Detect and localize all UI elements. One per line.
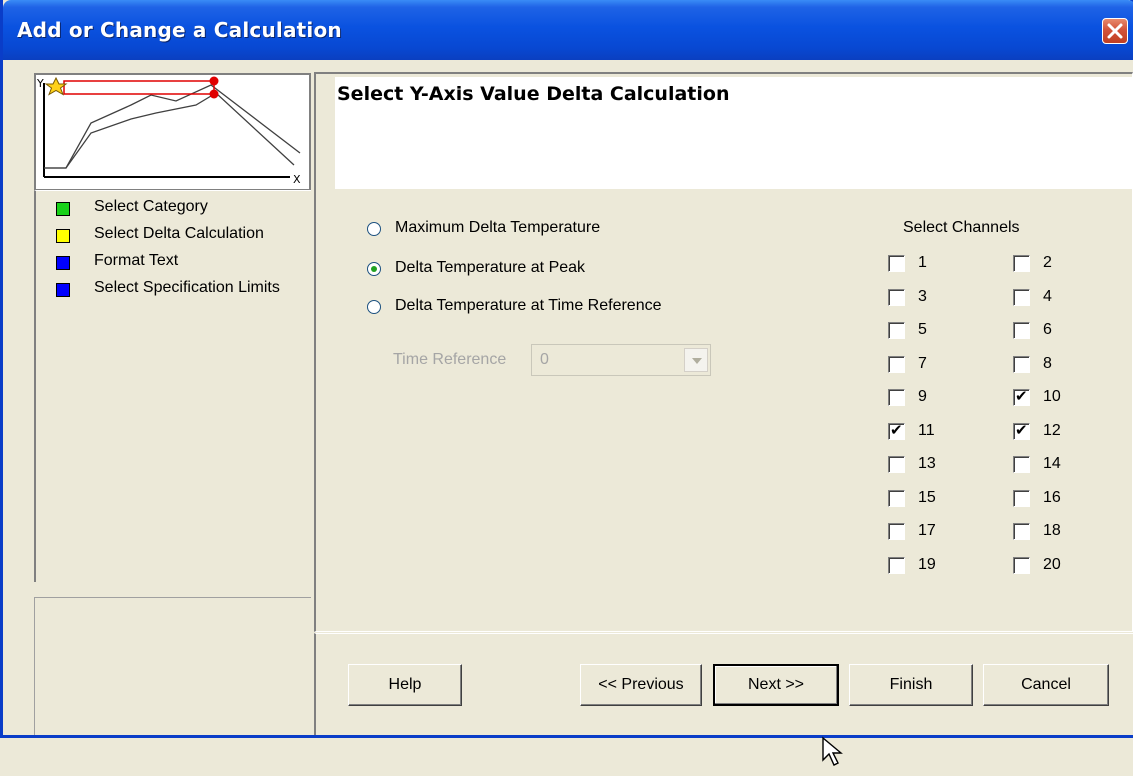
checkbox[interactable] bbox=[1013, 255, 1030, 272]
step-header: Select Y-Axis Value Delta Calculation bbox=[335, 77, 1133, 189]
mouse-cursor-icon bbox=[822, 736, 843, 766]
preview-graph: Y X bbox=[36, 76, 301, 186]
channel-label[interactable]: 3 bbox=[918, 288, 927, 306]
radio-button[interactable] bbox=[367, 300, 381, 314]
channel-label[interactable]: 7 bbox=[918, 355, 927, 373]
channel-label[interactable]: 17 bbox=[918, 522, 936, 540]
channel-label[interactable]: 1 bbox=[918, 254, 927, 272]
checkbox[interactable] bbox=[1013, 288, 1030, 306]
time-reference-dropdown[interactable]: 0 bbox=[531, 344, 711, 376]
main-panel: Select Y-Axis Value Delta Calculation Ma… bbox=[314, 72, 1133, 632]
checkbox[interactable] bbox=[1013, 387, 1030, 406]
select-channels-label: Select Channels bbox=[903, 219, 1020, 236]
button-bar: Help << Previous Next >> Finish Cancel bbox=[314, 633, 1133, 735]
channel-label[interactable]: 8 bbox=[1043, 355, 1052, 373]
channel-label[interactable]: 19 bbox=[918, 556, 936, 574]
time-reference-value: 0 bbox=[540, 351, 549, 368]
checkbox[interactable] bbox=[1013, 523, 1030, 540]
channel-label[interactable]: 20 bbox=[1043, 556, 1061, 574]
checkbox[interactable] bbox=[1013, 421, 1030, 440]
next-button[interactable]: Next >> bbox=[713, 664, 839, 706]
step-label: Select Category bbox=[94, 198, 208, 215]
preview-x-label: X bbox=[293, 173, 301, 186]
checkbox[interactable] bbox=[1013, 456, 1030, 473]
title-bar[interactable]: Add or Change a Calculation bbox=[3, 0, 1133, 60]
channel-label[interactable]: 16 bbox=[1043, 489, 1061, 507]
close-icon bbox=[1107, 23, 1123, 39]
left-bottom-panel bbox=[34, 597, 311, 735]
channel-label[interactable]: 11 bbox=[918, 422, 935, 440]
checkbox[interactable] bbox=[888, 355, 905, 373]
checkbox[interactable] bbox=[1013, 355, 1030, 373]
step-label: Select Specification Limits bbox=[94, 279, 280, 296]
steps-list: Select Category Select Delta Calculation… bbox=[34, 190, 311, 582]
option-label[interactable]: Maximum Delta Temperature bbox=[395, 219, 600, 237]
radio-button[interactable] bbox=[367, 262, 381, 276]
help-button[interactable]: Help bbox=[348, 664, 462, 706]
checkbox[interactable] bbox=[888, 556, 905, 574]
cancel-button[interactable]: Cancel bbox=[983, 664, 1109, 706]
checkbox[interactable] bbox=[888, 489, 905, 507]
channel-label[interactable]: 9 bbox=[918, 388, 927, 406]
step-color-swatch bbox=[56, 202, 70, 216]
step-label: Format Text bbox=[94, 252, 179, 269]
checkbox[interactable] bbox=[1013, 489, 1030, 507]
page-title: Select Y-Axis Value Delta Calculation bbox=[337, 83, 730, 105]
checkbox[interactable] bbox=[1013, 556, 1030, 574]
channel-label[interactable]: 18 bbox=[1043, 522, 1061, 540]
channel-label[interactable]: 6 bbox=[1043, 321, 1052, 339]
step-color-swatch bbox=[56, 256, 70, 270]
star-icon bbox=[44, 76, 68, 96]
step-color-swatch bbox=[56, 283, 70, 297]
close-button[interactable] bbox=[1102, 18, 1128, 44]
channel-label[interactable]: 2 bbox=[1043, 254, 1052, 272]
dialog-window: Add or Change a Calculation Y X Select C… bbox=[0, 0, 1133, 766]
previous-button[interactable]: << Previous bbox=[580, 664, 702, 706]
dialog-body: Y X Select Category Select Delta Calcula… bbox=[6, 60, 1133, 766]
finish-button[interactable]: Finish bbox=[849, 664, 973, 706]
channel-label[interactable]: 13 bbox=[918, 455, 936, 473]
radio-button[interactable] bbox=[367, 222, 381, 236]
preview-y-label: Y bbox=[36, 77, 44, 90]
checkbox[interactable] bbox=[888, 421, 905, 440]
channel-label[interactable]: 4 bbox=[1043, 288, 1052, 306]
checkbox[interactable] bbox=[888, 322, 905, 339]
window-title: Add or Change a Calculation bbox=[17, 18, 342, 42]
step-color-swatch bbox=[56, 229, 70, 243]
checkbox[interactable] bbox=[888, 523, 905, 540]
option-label[interactable]: Delta Temperature at Time Reference bbox=[395, 297, 662, 315]
option-label[interactable]: Delta Temperature at Peak bbox=[395, 259, 585, 277]
checkbox[interactable] bbox=[888, 255, 905, 272]
checkbox[interactable] bbox=[888, 456, 905, 473]
channel-label[interactable]: 5 bbox=[918, 321, 927, 339]
step-label: Select Delta Calculation bbox=[94, 225, 264, 242]
checkbox[interactable] bbox=[1013, 322, 1030, 339]
channel-label[interactable]: 10 bbox=[1043, 388, 1061, 406]
checkbox[interactable] bbox=[888, 288, 905, 306]
checkbox[interactable] bbox=[888, 389, 905, 406]
channel-label[interactable]: 14 bbox=[1043, 455, 1061, 473]
channel-label[interactable]: 12 bbox=[1043, 422, 1061, 440]
chevron-down-icon[interactable] bbox=[684, 348, 708, 372]
time-reference-label: Time Reference bbox=[393, 351, 507, 368]
channel-label[interactable]: 15 bbox=[918, 489, 936, 507]
calculation-preview: Y X bbox=[34, 73, 311, 191]
